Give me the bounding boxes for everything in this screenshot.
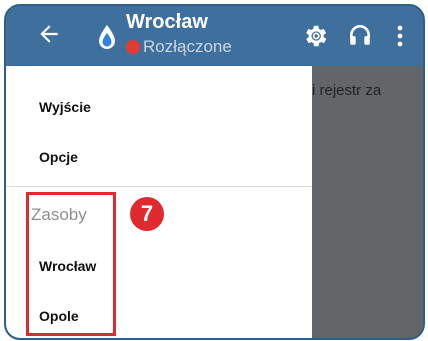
back-arrow-icon[interactable] (36, 21, 62, 47)
phone-screen: i rejestr za Wrocław Rozłączone Wyjście … (4, 4, 425, 340)
status-dot-icon (126, 40, 140, 54)
app-bar: Wrocław Rozłączone (6, 6, 423, 66)
drawer-divider (6, 186, 312, 187)
channel-title: Wrocław (126, 11, 208, 33)
drawer-item-exit[interactable]: Wyjście (39, 99, 91, 115)
status-label: Rozłączone (143, 37, 232, 56)
navigation-drawer: Wyjście Opcje Zasoby Wrocław Opole 7 (6, 66, 312, 338)
connection-status: Rozłączone (126, 37, 232, 57)
more-vert-icon[interactable] (396, 24, 404, 48)
annotation-highlight-box (26, 192, 116, 336)
background-content-text: i rejestr za (312, 82, 382, 99)
annotation-step-marker: 7 (130, 197, 164, 231)
water-drop-icon (99, 25, 115, 49)
headset-icon[interactable] (347, 22, 373, 48)
gear-icon[interactable] (301, 22, 329, 50)
drawer-item-options[interactable]: Opcje (39, 149, 78, 165)
